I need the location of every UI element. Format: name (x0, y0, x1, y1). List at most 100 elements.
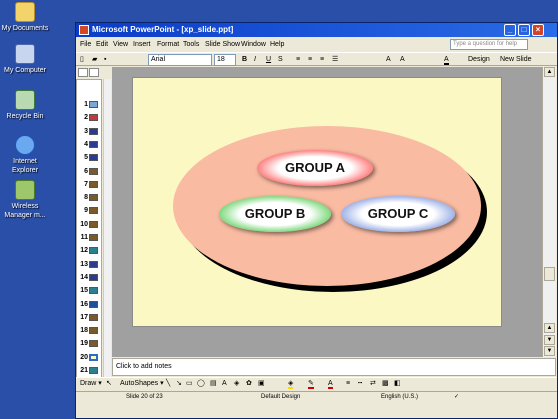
slide-thumbnail-item[interactable]: 4 (77, 138, 101, 151)
slide-thumbnail-item[interactable]: 13 (77, 258, 101, 271)
open-icon[interactable]: ▰ (92, 55, 97, 65)
picture-icon[interactable]: ▣ (258, 379, 265, 389)
shadow-button[interactable]: S (278, 55, 283, 65)
minimize-button[interactable]: _ (504, 24, 516, 36)
arrow-icon[interactable]: ↘ (176, 379, 182, 389)
menu-format[interactable]: Format (157, 38, 179, 51)
slide-number: 9 (84, 207, 88, 215)
underline-button[interactable]: U (266, 55, 271, 65)
text-color-icon[interactable]: A (328, 379, 333, 389)
clipart-icon[interactable]: ✿ (246, 379, 252, 389)
fill-color-icon[interactable]: ◈ (288, 379, 294, 389)
slide-thumbnail-item[interactable]: 17 (77, 311, 101, 324)
scroll-down-arrow[interactable]: ▼ (544, 346, 555, 356)
prev-slide-button[interactable]: ▲ (544, 323, 555, 333)
slide-thumbnail-item[interactable]: 7 (77, 178, 101, 191)
menu-insert[interactable]: Insert (133, 38, 151, 51)
font-color-icon[interactable]: A (444, 55, 449, 65)
slide-thumbnail-item[interactable]: 1 (77, 98, 101, 111)
slides-pane-scrollbar[interactable] (103, 79, 111, 384)
status-language: English (U.S.) (381, 394, 419, 400)
align-center-icon[interactable]: ≡ (308, 55, 312, 65)
autoshapes-label: AutoShapes (120, 380, 159, 387)
title-bar[interactable]: Microsoft PowerPoint - [xp_slide.ppt] _ … (76, 23, 557, 37)
maximize-button[interactable]: □ (518, 24, 530, 36)
font-name-select[interactable]: Arial (148, 54, 212, 66)
rectangle-icon[interactable]: ▭ (186, 379, 193, 389)
menu-tools[interactable]: Tools (183, 38, 199, 51)
slide-vertical-scrollbar[interactable]: ▲ ▲ ▼ ▼ (542, 67, 556, 357)
desktop-icon-internet-explorer[interactable]: Internet Explorer (0, 135, 50, 175)
diagram-icon[interactable]: ◈ (234, 379, 239, 389)
slide-thumbnail-item[interactable]: 12 (77, 244, 101, 257)
wordart-icon[interactable]: A (222, 379, 227, 389)
group-b-shape[interactable]: GROUP B (219, 196, 331, 232)
slide-thumbnail-item[interactable]: 20 (77, 351, 101, 364)
menu-help[interactable]: Help (270, 38, 284, 51)
slide-thumbnail-item[interactable]: 19 (77, 337, 101, 350)
shadow-style-icon[interactable]: ▩ (382, 379, 389, 389)
slide-canvas[interactable]: GROUP A GROUP B GROUP C (132, 77, 502, 327)
slide-thumbnail-item[interactable]: 11 (77, 231, 101, 244)
italic-button[interactable]: I (254, 55, 256, 65)
desktop-icon-recycle-bin[interactable]: Recycle Bin (0, 90, 50, 121)
new-icon[interactable]: ▯ (80, 55, 84, 65)
arrow-style-icon[interactable]: ⇄ (370, 379, 376, 389)
save-icon[interactable]: ▪ (104, 55, 106, 65)
dash-style-icon[interactable]: ┅ (358, 379, 362, 389)
menu-view[interactable]: View (113, 38, 128, 51)
slide-thumbnail-item[interactable]: 14 (77, 271, 101, 284)
bullets-icon[interactable]: ☰ (332, 55, 338, 65)
autoshapes-menu-button[interactable]: AutoShapes ▾ (120, 379, 164, 389)
slide-thumbnail-item[interactable]: 6 (77, 165, 101, 178)
align-left-icon[interactable]: ≡ (296, 55, 300, 65)
slide-thumbnail-item[interactable]: 16 (77, 298, 101, 311)
desktop-icon-my-documents[interactable]: My Documents (0, 2, 50, 33)
scroll-thumb[interactable] (544, 267, 555, 281)
slide-thumbnail-item[interactable]: 15 (77, 284, 101, 297)
slide-thumbnail-item[interactable]: 8 (77, 191, 101, 204)
new-slide-button[interactable]: New Slide (500, 55, 532, 65)
oval-icon[interactable]: ◯ (197, 379, 205, 389)
slide-thumbnail-item[interactable]: 10 (77, 218, 101, 231)
tab-outline[interactable] (78, 68, 88, 77)
slide-thumbnail-item[interactable]: 5 (77, 151, 101, 164)
help-search-input[interactable]: Type a question for help (450, 39, 528, 50)
menu-edit[interactable]: Edit (96, 38, 108, 51)
desktop-icon-wireless-manager[interactable]: Wireless Manager m... (0, 180, 50, 220)
font-size-select[interactable]: 18 (214, 54, 236, 66)
next-slide-button[interactable]: ▼ (544, 335, 555, 345)
menu-window[interactable]: Window (241, 38, 266, 51)
close-button[interactable]: × (532, 24, 544, 36)
menu-file[interactable]: File (80, 38, 91, 51)
slide-thumbnail-item[interactable]: 21 (77, 364, 101, 377)
increase-font-icon[interactable]: A (386, 55, 391, 65)
line-icon[interactable]: ╲ (166, 379, 170, 389)
3d-style-icon[interactable]: ◧ (394, 379, 401, 389)
line-color-icon[interactable]: ✎ (308, 379, 314, 389)
tab-slides[interactable] (89, 68, 99, 77)
slide-thumbnail-item[interactable]: 18 (77, 324, 101, 337)
select-arrow-icon[interactable]: ↖ (106, 379, 112, 389)
slide-number: 2 (84, 114, 88, 122)
line-style-icon[interactable]: ≡ (346, 379, 350, 389)
slide-thumbnail-item[interactable]: 2 (77, 111, 101, 124)
design-button[interactable]: Design (468, 55, 490, 65)
slide-thumbnail-item[interactable]: 9 (77, 204, 101, 217)
slide-number: 16 (80, 300, 88, 308)
draw-menu-button[interactable]: Draw ▾ (80, 379, 102, 389)
textbox-icon[interactable]: ▤ (210, 379, 217, 389)
slide-thumbnail-item[interactable]: 3 (77, 125, 101, 138)
menu-slide-show[interactable]: Slide Show (205, 38, 240, 51)
bold-button[interactable]: B (242, 55, 247, 65)
group-a-shape[interactable]: GROUP A (257, 150, 373, 186)
slide-thumbnail (89, 313, 98, 321)
notes-pane[interactable]: Click to add notes (112, 358, 556, 376)
desktop-icon-my-computer[interactable]: My Computer (0, 44, 50, 75)
group-c-shape[interactable]: GROUP C (341, 196, 455, 232)
decrease-font-icon[interactable]: A (400, 55, 405, 65)
formatting-toolbar: ▯ ▰ ▪ Arial 18 B I U S ≡ ≡ ≡ ☰ A A A Des… (76, 52, 557, 66)
scroll-up-arrow[interactable]: ▲ (544, 67, 555, 77)
align-right-icon[interactable]: ≡ (320, 55, 324, 65)
draw-label: Draw (80, 380, 97, 387)
